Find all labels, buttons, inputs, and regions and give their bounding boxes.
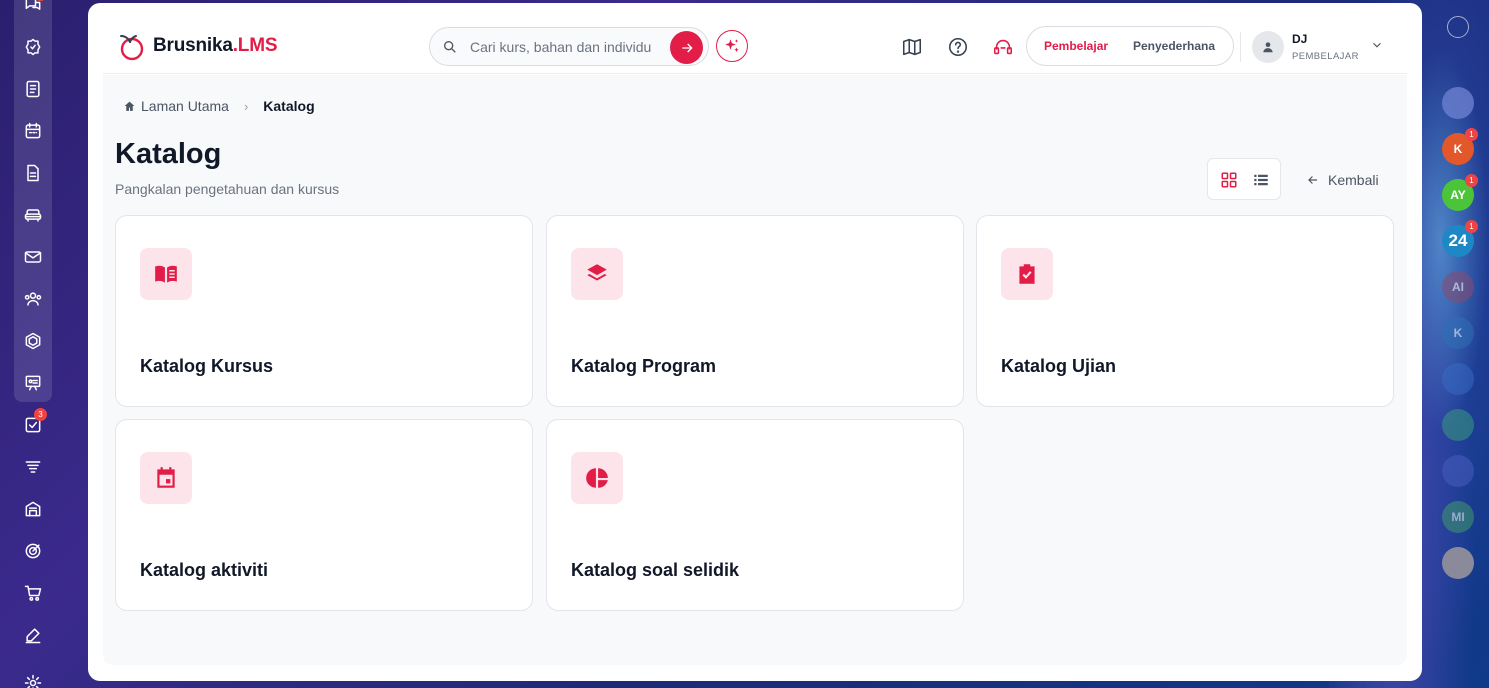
file-text-icon[interactable] — [14, 158, 52, 188]
contact-avatar[interactable]: AI — [1442, 271, 1474, 303]
chevron-down-icon — [1370, 38, 1384, 52]
catalog-content: Laman Utama › Katalog Katalog Pangkalan … — [103, 75, 1407, 665]
list-view-icon[interactable] — [1252, 171, 1270, 189]
role-toggle: Pembelajar Penyederhana — [1026, 26, 1234, 66]
card-title: Katalog Ujian — [1001, 356, 1117, 376]
top-bar: Brusnika.LMS Pem — [103, 3, 1407, 74]
catalog-card-surveys[interactable]: Katalog soal selidik — [546, 419, 964, 611]
arrow-right-icon — [681, 43, 693, 52]
group-icon[interactable] — [1442, 363, 1474, 395]
page-subtitle: Pangkalan pengetahuan dan kursus — [115, 181, 340, 197]
logo-berry-icon — [120, 35, 144, 61]
clipboard-check-icon — [1001, 248, 1053, 300]
catalog-card-courses[interactable]: Katalog Kursus — [115, 215, 533, 407]
grid-view-icon[interactable] — [1220, 171, 1238, 189]
contact-initials: K — [1453, 142, 1463, 156]
search-bar — [429, 27, 709, 66]
view-toggle — [1207, 158, 1281, 200]
role-learner-option[interactable]: Pembelajar — [1044, 39, 1108, 53]
search-submit-button[interactable] — [670, 31, 703, 64]
logo-brand: Brusnika — [153, 35, 233, 56]
breadcrumb-separator: › — [243, 98, 249, 114]
support-headset-icon[interactable] — [991, 35, 1015, 59]
card-title: Katalog soal selidik — [571, 560, 740, 580]
user-menu[interactable]: DJ PEMBELAJAR — [1252, 30, 1392, 64]
sofa-icon[interactable] — [14, 200, 52, 230]
cart-icon[interactable] — [14, 578, 52, 608]
ai-assistant-button[interactable] — [716, 30, 748, 62]
document-list-icon[interactable] — [14, 74, 52, 104]
back-link[interactable]: Kembali — [1306, 171, 1379, 189]
catalog-card-exams[interactable]: Katalog Ujian — [976, 215, 1394, 407]
contact-initials: AI — [1452, 280, 1464, 294]
avatar[interactable] — [1442, 547, 1474, 579]
search-icon — [442, 39, 458, 55]
user-role: PEMBELAJAR — [1292, 51, 1359, 62]
settings-icon[interactable] — [14, 668, 52, 688]
contact-avatar[interactable]: MI — [1442, 501, 1474, 533]
contact-initials: AY — [1450, 188, 1466, 202]
signature-icon[interactable] — [14, 620, 52, 650]
pie-chart-icon — [571, 452, 623, 504]
book-open-icon — [140, 248, 192, 300]
user-icon — [1263, 42, 1273, 53]
catalog-card-activities[interactable]: Katalog aktiviti — [115, 419, 533, 611]
contact-badge: 1 — [1465, 174, 1478, 187]
search-input[interactable] — [470, 37, 660, 57]
layers-icon — [571, 248, 623, 300]
contact-avatar[interactable]: 24 1 — [1442, 220, 1478, 257]
contact-avatar[interactable]: AY 1 — [1442, 174, 1478, 211]
layers-funnel-icon[interactable] — [14, 452, 52, 482]
users-icon[interactable] — [14, 284, 52, 314]
card-title: Katalog Kursus — [140, 356, 274, 376]
right-rail: K 1 AY 1 24 1 AI K MI — [1438, 0, 1478, 688]
mail-icon[interactable] — [14, 242, 52, 272]
tasks-badge: 3 — [34, 408, 47, 421]
contact-badge: 1 — [1465, 128, 1478, 141]
user-name: DJ — [1292, 32, 1308, 46]
avatar — [1252, 31, 1284, 63]
role-simplifier-option[interactable]: Penyederhana — [1133, 39, 1215, 53]
presentation-board-icon[interactable] — [14, 368, 52, 398]
page-title: Katalog — [115, 138, 222, 170]
map-icon[interactable] — [900, 35, 924, 59]
logo[interactable]: Brusnika.LMS — [115, 30, 278, 62]
target-icon[interactable] — [14, 536, 52, 566]
back-label: Kembali — [1328, 172, 1379, 188]
sparkles-icon — [725, 39, 739, 52]
breadcrumb-home-link[interactable]: Laman Utama — [141, 98, 229, 114]
calendar-event-icon — [140, 452, 192, 504]
main-window: Brusnika.LMS Pem — [88, 3, 1422, 681]
tasks-check-icon[interactable]: 3 — [14, 408, 52, 440]
breadcrumb: Laman Utama › Katalog — [123, 98, 315, 114]
help-icon[interactable] — [946, 35, 970, 59]
chat-bubbles-icon[interactable] — [14, 0, 52, 20]
contact-initials: MI — [1451, 510, 1465, 524]
contact-avatar[interactable]: K — [1442, 317, 1474, 349]
hexagon-icon[interactable] — [14, 326, 52, 356]
building-icon[interactable] — [14, 494, 52, 524]
logo-suffix: .LMS — [232, 35, 278, 56]
contact-avatar[interactable]: K 1 — [1442, 128, 1478, 165]
contact-badge: 1 — [1465, 220, 1478, 233]
badge-star-icon[interactable] — [14, 32, 52, 62]
bookmark-icon[interactable] — [1442, 455, 1474, 487]
calendar-icon[interactable] — [14, 116, 52, 146]
chatbot-icon[interactable] — [1447, 16, 1469, 38]
arrow-left-icon — [1308, 176, 1318, 184]
contact-initials: K — [1453, 326, 1463, 340]
catalog-card-programs[interactable]: Katalog Program — [546, 215, 964, 407]
logo-text: Brusnika.LMS — [153, 35, 278, 57]
card-title: Katalog aktiviti — [140, 560, 269, 580]
divider — [1240, 32, 1241, 62]
card-title: Katalog Program — [571, 356, 717, 376]
table-icon[interactable] — [1442, 409, 1474, 441]
home-icon — [123, 100, 136, 113]
contact-initials: 24 — [1448, 231, 1468, 250]
messages-icon[interactable] — [1442, 87, 1474, 119]
breadcrumb-current: Katalog — [263, 98, 315, 114]
